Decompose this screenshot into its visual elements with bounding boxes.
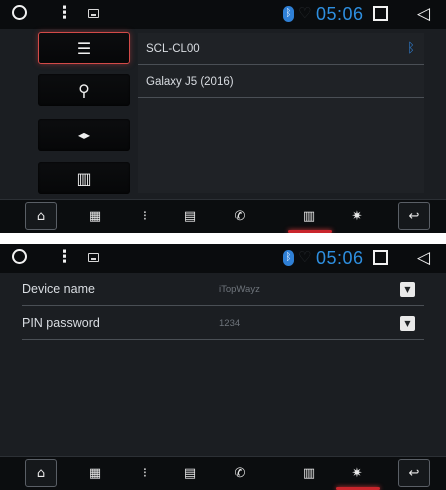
back-button[interactable]: ↩	[398, 202, 430, 230]
back-triangle-icon[interactable]: ◁	[417, 248, 430, 268]
phone-icon: ✆	[234, 208, 246, 224]
device-row[interactable]: SCL-CL00 ᛒ	[138, 33, 424, 65]
home-circle-icon[interactable]	[12, 249, 27, 264]
back-icon: ↩	[408, 208, 420, 224]
pin-password-row[interactable]: PIN password 1234 ▼	[22, 307, 424, 340]
contacts-button[interactable]: ▤	[178, 459, 202, 487]
status-bar: ⋮ ᛒ ♡ 05:06 ◁	[0, 244, 446, 273]
dropdown-arrow-icon[interactable]: ▼	[400, 316, 415, 331]
bluetooth-settings-screen: ⋮ ᛒ ♡ 05:06 ◁ Device name iTopWayz ▼ PIN…	[0, 244, 446, 490]
home-button[interactable]: ⌂	[25, 202, 57, 230]
dialpad-button[interactable]: ▦	[83, 202, 107, 230]
bottom-nav: ⌂ ▦ ⁝ ▤ ✆ ▥ ✷ ↩	[0, 456, 446, 490]
recent-apps-icon[interactable]	[373, 6, 388, 21]
back-button[interactable]: ↩	[398, 459, 430, 487]
phone-button[interactable]: ✆	[228, 202, 252, 230]
clock: 05:06	[316, 4, 364, 24]
back-triangle-icon[interactable]: ◁	[417, 4, 430, 24]
device-list: SCL-CL00 ᛒ Galaxy J5 (2016)	[138, 33, 424, 193]
home-circle-icon[interactable]	[12, 5, 27, 20]
bluetooth-connected-icon: ᛒ	[407, 41, 415, 56]
list-button[interactable]: ☰	[38, 32, 130, 64]
bt-music-button[interactable]: ▥	[295, 459, 323, 487]
home-button[interactable]: ⌂	[25, 459, 57, 487]
device-label: SCL-CL00	[146, 42, 200, 55]
call-log-icon: ⁝	[142, 465, 148, 481]
call-log-button[interactable]: ⁝	[133, 459, 157, 487]
recent-apps-icon[interactable]	[373, 250, 388, 265]
settings-icon: ✷	[351, 465, 363, 481]
device-name-row[interactable]: Device name iTopWayz ▼	[22, 273, 424, 306]
bluetooth-icon: ᛒ	[283, 250, 294, 266]
contacts-button[interactable]: ▤	[178, 202, 202, 230]
more-options-icon[interactable]: ⋮	[56, 247, 73, 267]
call-log-icon: ⁝	[142, 208, 148, 224]
image-icon	[88, 9, 99, 18]
contacts-icon: ▤	[183, 208, 197, 224]
pin-password-label: PIN password	[22, 316, 100, 330]
dialpad-button[interactable]: ▦	[83, 459, 107, 487]
home-icon: ⌂	[36, 465, 46, 481]
phone-icon: ✆	[234, 465, 246, 481]
bluetooth-devices-screen: ⋮ ᛒ ♡ 05:06 ◁ ☰ ⚲ ◂▸ ▥ SCL-CL00 ᛒ Galaxy…	[0, 0, 446, 233]
pair-icon: ◂▸	[77, 128, 91, 142]
heart-icon: ♡	[298, 4, 312, 22]
bt-music-icon: ▥	[302, 208, 316, 224]
image-icon	[88, 253, 99, 262]
settings-icon: ✷	[351, 208, 363, 224]
search-icon: ⚲	[78, 80, 90, 100]
contacts-icon: ▤	[183, 465, 197, 481]
status-bar: ⋮ ᛒ ♡ 05:06 ◁	[0, 0, 446, 29]
settings-button[interactable]: ✷	[345, 202, 369, 230]
bt-music-button[interactable]: ▥	[295, 202, 323, 230]
pin-password-value: 1234	[219, 317, 241, 329]
active-tab-indicator	[288, 230, 332, 233]
phone-button[interactable]: ✆	[228, 459, 252, 487]
more-options-icon[interactable]: ⋮	[56, 3, 73, 23]
bluetooth-sidebar: ☰ ⚲ ◂▸ ▥	[10, 29, 145, 197]
dialpad-icon: ▦	[88, 465, 102, 481]
heart-icon: ♡	[298, 248, 312, 266]
bottom-nav: ⌂ ▦ ⁝ ▤ ✆ ▥ ✷ ↩	[0, 199, 446, 233]
dropdown-arrow-icon[interactable]: ▼	[400, 282, 415, 297]
pair-button[interactable]: ◂▸	[38, 119, 130, 151]
call-log-button[interactable]: ⁝	[133, 202, 157, 230]
bluetooth-icon: ᛒ	[283, 6, 294, 22]
clock: 05:06	[316, 248, 364, 268]
device-name-value: iTopWayz	[219, 283, 260, 295]
delete-button[interactable]: ▥	[38, 162, 130, 194]
dialpad-icon: ▦	[88, 208, 102, 224]
list-icon: ☰	[76, 38, 92, 58]
back-icon: ↩	[408, 465, 420, 481]
search-button[interactable]: ⚲	[38, 74, 130, 106]
bt-music-icon: ▥	[302, 465, 316, 481]
device-label: Galaxy J5 (2016)	[146, 75, 234, 88]
trash-icon: ▥	[76, 168, 92, 188]
settings-button[interactable]: ✷	[345, 459, 369, 487]
device-name-label: Device name	[22, 282, 95, 296]
device-row[interactable]: Galaxy J5 (2016)	[138, 66, 424, 98]
home-icon: ⌂	[36, 208, 46, 224]
